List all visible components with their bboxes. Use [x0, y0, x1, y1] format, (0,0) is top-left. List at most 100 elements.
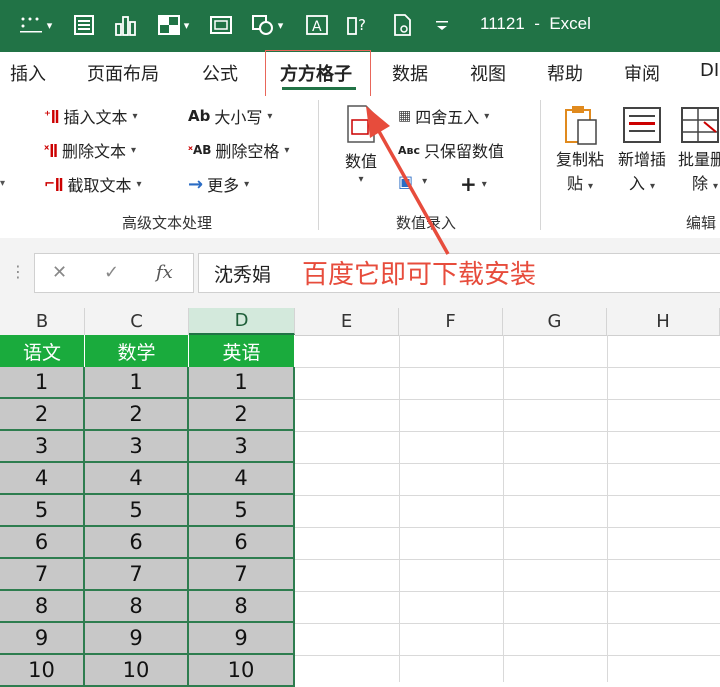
table-cell[interactable]: 7: [85, 559, 189, 591]
tab-help[interactable]: 帮助: [547, 60, 583, 86]
extract-text-button[interactable]: ⌐ǁ 截取文本 ▾: [44, 172, 142, 196]
table-cell[interactable]: 3: [189, 431, 295, 463]
add-insert-button[interactable]: 新增插 入 ▾: [618, 104, 666, 194]
table-cell[interactable]: 8: [85, 591, 189, 623]
table-header-chinese[interactable]: 语文: [0, 335, 85, 367]
customize-icon: [436, 21, 448, 30]
screenshot-icon: [210, 16, 232, 34]
customize-toolbar-button[interactable]: [430, 10, 454, 40]
delete-text-button[interactable]: ˣǁ 删除文本 ▾: [44, 138, 136, 162]
shapes-button[interactable]: ▾: [244, 10, 290, 40]
table-header-math[interactable]: 数学: [85, 335, 189, 367]
tab-insert[interactable]: 插入: [10, 60, 46, 86]
grid-line: [295, 527, 720, 528]
table-style-button[interactable]: ▾: [150, 10, 196, 40]
table-cell[interactable]: 9: [189, 623, 295, 655]
tab-formulas[interactable]: 公式: [202, 60, 238, 86]
table-cell[interactable]: 2: [189, 399, 295, 431]
table-cell[interactable]: 10: [0, 655, 85, 687]
column-header-c[interactable]: C: [85, 308, 189, 335]
text-box-icon: A: [306, 15, 328, 35]
svg-text:?: ?: [358, 16, 366, 34]
extract-text-icon: ⌐ǁ: [44, 176, 64, 192]
tab-data[interactable]: 数据: [392, 60, 428, 86]
table-cell[interactable]: 3: [85, 431, 189, 463]
grid-line: [295, 367, 720, 368]
grid-line: [607, 335, 608, 682]
column-header-b[interactable]: B: [0, 308, 85, 335]
grid-line: [399, 335, 400, 682]
confirm-icon[interactable]: ✓: [104, 262, 119, 283]
document-gear-icon: [394, 14, 411, 36]
grid-line: [295, 431, 720, 432]
table-cell[interactable]: 1: [189, 367, 295, 399]
table-cell[interactable]: 10: [85, 655, 189, 687]
insert-function-icon[interactable]: fx: [156, 262, 173, 283]
tab-page-layout[interactable]: 页面布局: [87, 60, 159, 86]
column-header-f[interactable]: F: [399, 308, 503, 335]
column-header-d[interactable]: D: [189, 308, 295, 335]
more-button[interactable]: → 更多 ▾: [188, 172, 249, 196]
clipboard-icon: [565, 106, 597, 145]
table-cell[interactable]: 5: [85, 495, 189, 527]
column-header-h[interactable]: H: [607, 308, 720, 335]
window-title: 11121 - Excel: [480, 14, 591, 33]
case-button[interactable]: Ab 大小写 ▾: [188, 104, 272, 128]
table-header-english[interactable]: 英语: [189, 335, 295, 367]
chart-button[interactable]: [112, 10, 140, 40]
tab-review[interactable]: 审阅: [624, 60, 660, 86]
table-cell[interactable]: 8: [0, 591, 85, 623]
table-cell[interactable]: 5: [0, 495, 85, 527]
table-cell[interactable]: 6: [189, 527, 295, 559]
formula-value: 沈秀娟: [214, 264, 272, 286]
drag-handle-icon[interactable]: ⋮: [10, 262, 26, 281]
table-cell[interactable]: 7: [189, 559, 295, 591]
plus-icon: +: [460, 172, 477, 196]
grid-line: [295, 495, 720, 496]
touch-mode-button[interactable]: ▾: [14, 10, 58, 40]
grid-line: [295, 591, 720, 592]
delete-spaces-button[interactable]: ˣAB 删除空格 ▾: [188, 138, 289, 162]
delete-spaces-icon: ˣAB: [188, 143, 212, 157]
table-cell[interactable]: 2: [85, 399, 189, 431]
copy-paste-button[interactable]: 复制粘 贴 ▾: [556, 104, 604, 194]
table-cell[interactable]: 10: [189, 655, 295, 687]
table-cell[interactable]: 6: [85, 527, 189, 559]
form-button[interactable]: [70, 10, 98, 40]
tab-view[interactable]: 视图: [470, 60, 506, 86]
batch-delete-button[interactable]: 批量删 除 ▾: [678, 104, 720, 194]
add-symbol-button[interactable]: + ▾: [460, 172, 487, 196]
table-cell[interactable]: 4: [85, 463, 189, 495]
table-cell[interactable]: 2: [0, 399, 85, 431]
insert-rows-icon: [623, 107, 661, 143]
shapes-icon: [251, 15, 273, 35]
batch-delete-icon: [681, 107, 719, 143]
text-box-button[interactable]: A: [302, 10, 332, 40]
form-icon: [74, 15, 94, 35]
arrow-right-icon: →: [188, 173, 204, 195]
table-cell[interactable]: 1: [0, 367, 85, 399]
document-settings-button[interactable]: [388, 10, 418, 40]
table-cell[interactable]: 8: [189, 591, 295, 623]
column-header-e[interactable]: E: [295, 308, 399, 335]
column-header-g[interactable]: G: [503, 308, 607, 335]
table-cell[interactable]: 4: [0, 463, 85, 495]
ribbon-overflow-chevron-icon[interactable]: ▾: [0, 178, 5, 189]
tab-developer[interactable]: DI: [700, 60, 719, 81]
insert-text-icon: ⁺ǁ: [44, 108, 60, 124]
table-cell[interactable]: 7: [0, 559, 85, 591]
table-cell[interactable]: 6: [0, 527, 85, 559]
group-divider: [540, 100, 541, 230]
table-cell[interactable]: 9: [0, 623, 85, 655]
help-button[interactable]: ?: [344, 10, 374, 40]
table-cell[interactable]: 4: [189, 463, 295, 495]
insert-text-button[interactable]: ⁺ǁ 插入文本 ▾: [44, 104, 137, 128]
svg-text:A: A: [312, 19, 322, 35]
table-cell[interactable]: 5: [189, 495, 295, 527]
screenshot-button[interactable]: [206, 10, 236, 40]
table-cell[interactable]: 3: [0, 431, 85, 463]
table-cell[interactable]: 9: [85, 623, 189, 655]
case-icon: Ab: [188, 107, 211, 125]
cancel-icon[interactable]: ✕: [52, 262, 67, 283]
table-cell[interactable]: 1: [85, 367, 189, 399]
